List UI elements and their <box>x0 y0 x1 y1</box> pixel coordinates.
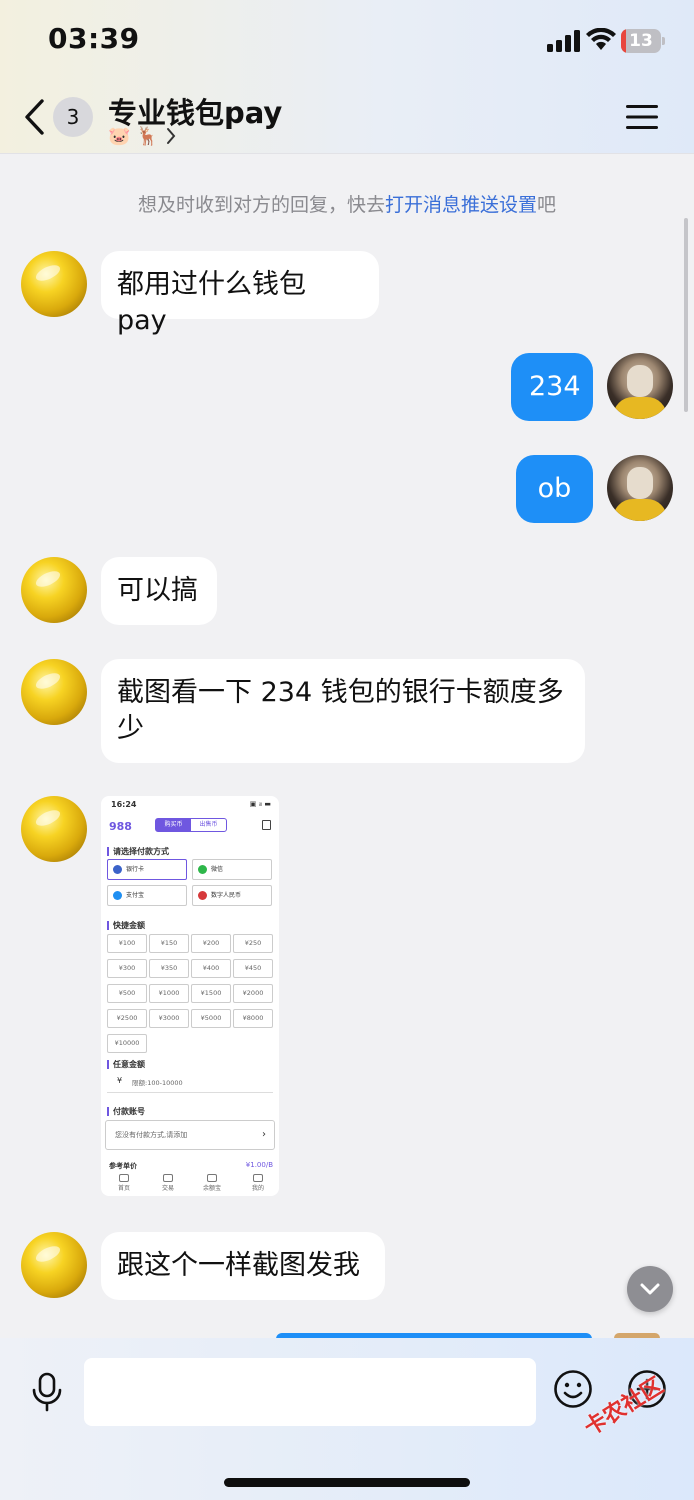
shot-amount-option: ¥450 <box>233 959 273 978</box>
wifi-icon <box>586 28 616 50</box>
chevron-down-icon <box>640 1283 660 1295</box>
chat-header: 3 专业钱包pay 🐷 🦌 <box>0 80 694 154</box>
unread-count-badge[interactable]: 3 <box>53 97 93 137</box>
push-settings-notice: 想及时收到对方的回复，快去打开消息推送设置吧 <box>0 190 694 217</box>
shot-tabs: 购买币 出售币 <box>155 818 227 832</box>
shot-pay-method: 支付宝 <box>107 885 187 906</box>
shot-nav-mine: 我的 <box>243 1174 273 1192</box>
shot-nav-balance: 余额宝 <box>197 1174 227 1192</box>
shot-amount-option: ¥150 <box>149 934 189 953</box>
shot-ref-value: ¥1.00/B <box>245 1161 273 1169</box>
contact-avatar[interactable] <box>21 796 87 862</box>
shot-pay-method: 数字人民币 <box>192 885 272 906</box>
subtitle-emojis: 🐷 🦌 <box>108 125 159 147</box>
shot-amount-option: ¥1000 <box>149 984 189 1003</box>
shot-book-icon <box>262 820 271 830</box>
shot-pay-method: 银行卡 <box>107 859 187 880</box>
message-bubble[interactable]: 跟这个一样截图发我 <box>101 1232 385 1300</box>
shot-tab-sell: 出售币 <box>199 821 218 828</box>
notice-text: 想及时收到对方的回复，快去 <box>137 194 385 216</box>
shot-nav-home: 首页 <box>109 1174 139 1192</box>
contact-avatar[interactable] <box>21 557 87 623</box>
status-bar: 03:39 13 <box>0 0 694 80</box>
shot-amount-option: ¥100 <box>107 934 147 953</box>
shot-amount-option: ¥3000 <box>149 1009 189 1028</box>
shot-pay-method: 微信 <box>192 859 272 880</box>
microphone-icon[interactable] <box>30 1372 64 1412</box>
cellular-signal-icon <box>547 30 580 52</box>
shot-amount-option: ¥5000 <box>191 1009 231 1028</box>
shot-section-quick: 快捷金额 <box>107 921 145 930</box>
back-chevron-icon[interactable] <box>22 98 46 136</box>
shot-nav-trade: 交易 <box>153 1174 183 1192</box>
message-bubble[interactable]: 截图看一下 234 钱包的银行卡额度多少 <box>101 659 585 763</box>
shot-currency: ¥ <box>117 1076 123 1085</box>
shot-time: 16:24 <box>111 800 137 809</box>
chevron-right-icon <box>166 128 175 144</box>
shot-divider <box>107 1092 273 1093</box>
scroll-to-bottom-button[interactable] <box>627 1266 673 1312</box>
user-avatar[interactable] <box>607 353 673 419</box>
notice-suffix: 吧 <box>537 194 557 216</box>
contact-avatar[interactable] <box>21 659 87 725</box>
shot-any-placeholder: 限额:100-10000 <box>132 1079 183 1087</box>
home-indicator[interactable] <box>224 1478 470 1487</box>
message-bubble-sent[interactable]: 234 <box>511 353 593 421</box>
shot-amount-option: ¥350 <box>149 959 189 978</box>
battery-percent: 13 <box>629 31 653 51</box>
shot-account-field: 您没有付款方式,请添加 › <box>105 1120 275 1150</box>
shot-amount-option: ¥10000 <box>107 1034 147 1053</box>
shot-amount-option: ¥300 <box>107 959 147 978</box>
message-bubble[interactable]: 都用过什么钱包 pay <box>101 251 379 336</box>
shot-amount-option: ¥2000 <box>233 984 273 1003</box>
contact-avatar[interactable] <box>21 251 87 317</box>
chat-subtitle[interactable]: 🐷 🦌 <box>108 124 177 148</box>
battery-icon: 13 <box>621 29 665 53</box>
shot-section-account: 付款账号 <box>107 1107 145 1116</box>
shot-section-payment: 请选择付款方式 <box>107 847 169 856</box>
shot-amount-option: ¥400 <box>191 959 231 978</box>
shot-tab-buy: 购买币 <box>156 819 191 831</box>
emoji-icon[interactable] <box>553 1369 593 1409</box>
shot-amount-option: ¥2500 <box>107 1009 147 1028</box>
shot-section-any: 任意金额 <box>107 1060 145 1069</box>
shot-logo: 988 <box>109 820 132 833</box>
shot-amount-option: ¥1500 <box>191 984 231 1003</box>
image-message[interactable]: 16:24 ▣ ᵢₗₗ ▬ 988 购买币 出售币 请选择付款方式 银行卡 微信… <box>101 796 279 1196</box>
shot-amount-option: ¥200 <box>191 934 231 953</box>
shot-ref-label: 参考单价 <box>109 1162 137 1170</box>
shot-amount-option: ¥8000 <box>233 1009 273 1028</box>
message-bubble-sent[interactable]: ob <box>516 455 593 523</box>
shot-amount-option: ¥500 <box>107 984 147 1003</box>
open-push-settings-link[interactable]: 打开消息推送设置 <box>385 194 537 216</box>
contact-avatar[interactable] <box>21 1232 87 1298</box>
menu-icon[interactable] <box>626 104 658 130</box>
message-bubble[interactable]: 可以搞 <box>101 557 217 625</box>
shot-chevron-icon: › <box>262 1129 266 1140</box>
status-time: 03:39 <box>48 22 140 55</box>
message-input[interactable] <box>84 1358 536 1426</box>
shot-amount-option: ¥250 <box>233 934 273 953</box>
user-avatar[interactable] <box>607 455 673 521</box>
shot-status-icons: ▣ ᵢₗₗ ▬ <box>249 800 271 808</box>
scrollbar[interactable] <box>684 218 688 412</box>
